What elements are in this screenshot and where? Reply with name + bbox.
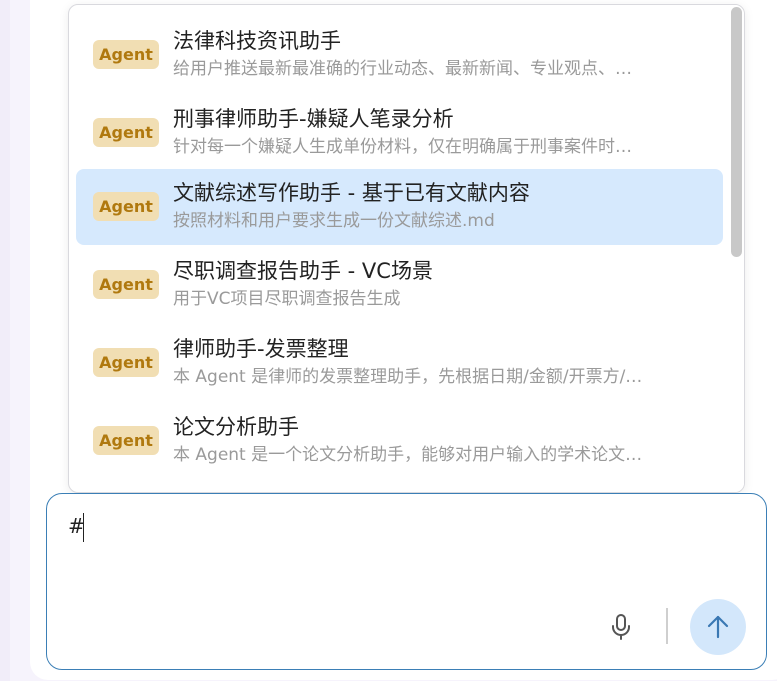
agent-list: Agent 法律科技资讯助手 给用户推送最新最准确的行业动态、最新新闻、专业观点…: [69, 5, 729, 492]
send-button[interactable]: [690, 599, 746, 655]
agent-item-criminal-lawyer[interactable]: Agent 刑事律师助手-嫌疑人笔录分析 针对每一个嫌疑人生成单份材料，仅在明确…: [76, 95, 723, 171]
agent-title: 文献综述写作助手 - 基于已有文献内容: [173, 181, 530, 205]
agent-suggestion-dropdown: Agent 法律科技资讯助手 给用户推送最新最准确的行业动态、最新新闻、专业观点…: [68, 4, 745, 493]
agent-title: 论文分析助手: [173, 415, 299, 439]
agent-item-due-diligence[interactable]: Agent 尽职调查报告助手 - VC场景 用于VC项目尽职调查报告生成: [76, 247, 723, 323]
agent-title: 法律科技资讯助手: [173, 29, 341, 53]
agent-item-legal-tech-news[interactable]: Agent 法律科技资讯助手 给用户推送最新最准确的行业动态、最新新闻、专业观点…: [76, 17, 723, 93]
agent-item-literature-review[interactable]: Agent 文献综述写作助手 - 基于已有文献内容 按照材料和用户要求生成一份文…: [76, 169, 723, 245]
agent-item-invoice-organizer[interactable]: Agent 律师助手-发票整理 本 Agent 是律师的发票整理助手，先根据日期…: [76, 325, 723, 401]
agent-badge: Agent: [93, 270, 159, 299]
agent-badge: Agent: [93, 118, 159, 147]
agent-item-paper-analysis[interactable]: Agent 论文分析助手 本 Agent 是一个论文分析助手，能够对用户输入的学…: [76, 403, 723, 479]
agent-badge: Agent: [93, 40, 159, 69]
sidebar-edge: [0, 0, 10, 681]
agent-badge: Agent: [93, 426, 159, 455]
microphone-icon: [612, 614, 630, 640]
agent-badge: Agent: [93, 192, 159, 221]
voice-input-button[interactable]: [603, 609, 639, 645]
text-caret: [83, 513, 84, 542]
agent-title: 律师助手-发票整理: [173, 337, 349, 361]
agent-description: 按照材料和用户要求生成一份文献综述.md: [173, 211, 495, 231]
button-divider: [666, 608, 668, 644]
agent-title: 尽职调查报告助手 - VC场景: [173, 259, 433, 283]
agent-description: 本 Agent 是律师的发票整理助手，先根据日期/金额/开票方/…: [173, 367, 643, 387]
agent-badge: Agent: [93, 348, 159, 377]
agent-description: 本 Agent 是一个论文分析助手，能够对用户输入的学术论文…: [173, 445, 643, 465]
agent-description: 针对每一个嫌疑人生成单份材料，仅在明确属于刑事案件时…: [173, 137, 632, 157]
message-input-box[interactable]: #: [46, 493, 767, 670]
arrow-up-icon: [707, 615, 729, 639]
agent-title: 刑事律师助手-嫌疑人笔录分析: [173, 107, 454, 131]
dropdown-scrollbar-thumb[interactable]: [731, 7, 742, 257]
agent-description: 用于VC项目尽职调查报告生成: [173, 289, 401, 309]
agent-description: 给用户推送最新最准确的行业动态、最新新闻、专业观点、…: [173, 59, 632, 79]
